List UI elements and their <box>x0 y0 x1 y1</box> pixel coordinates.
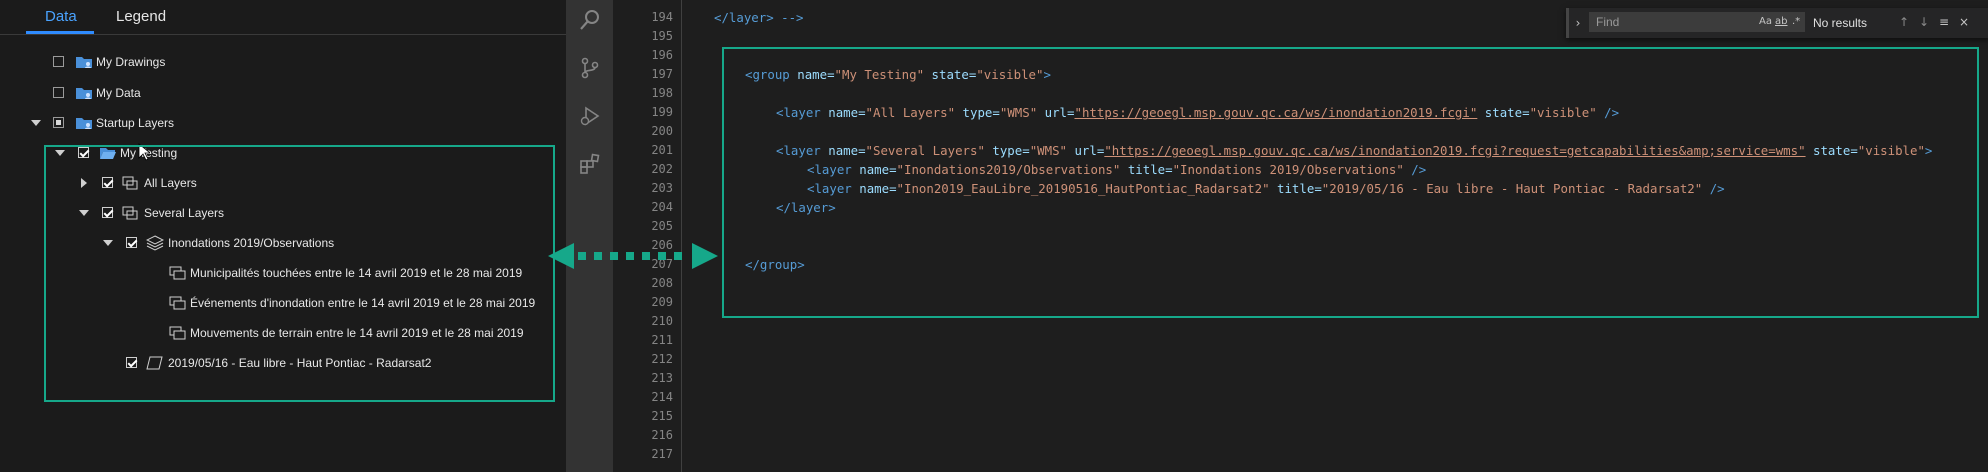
next-match-icon[interactable]: ↓ <box>1917 15 1931 29</box>
close-find-icon[interactable]: × <box>1957 15 1971 29</box>
tree-item-label: Startup Layers <box>96 116 175 130</box>
find-widget: › Aa ab .* No results ↑ ↓ ≡ × <box>1566 8 1988 38</box>
line-number: 211 <box>651 333 673 347</box>
collapse-arrow-icon[interactable] <box>31 120 41 126</box>
regex-toggle[interactable]: .* <box>1792 16 1800 27</box>
extensions-icon[interactable] <box>578 152 602 176</box>
line-number: 213 <box>651 371 673 385</box>
line-number: 201 <box>651 143 673 157</box>
line-number: 194 <box>651 10 673 24</box>
tree-item-startup-layers[interactable]: Startup Layers <box>0 112 560 134</box>
checkbox[interactable] <box>53 87 64 98</box>
previous-match-icon[interactable]: ↑ <box>1897 15 1911 29</box>
tab-legend[interactable]: Legend <box>116 8 166 25</box>
whole-word-toggle[interactable]: ab <box>1775 16 1787 27</box>
toggle-replace-icon[interactable]: › <box>1571 16 1585 30</box>
line-number: 216 <box>651 428 673 442</box>
checkbox[interactable] <box>53 56 64 67</box>
folder-user-icon <box>76 118 92 129</box>
line-number: 209 <box>651 295 673 309</box>
line-number: 202 <box>651 162 673 176</box>
line-number: 212 <box>651 352 673 366</box>
layer-panel: Data Legend My Drawings My Data Startup … <box>0 0 566 472</box>
run-debug-icon[interactable] <box>578 104 602 128</box>
line-number: 214 <box>651 390 673 404</box>
line-number: 203 <box>651 181 673 195</box>
line-number: 197 <box>651 67 673 81</box>
active-tab-indicator <box>26 31 94 34</box>
find-input[interactable] <box>1589 12 1805 32</box>
tree-item-label: My Data <box>96 86 141 100</box>
line-number: 198 <box>651 86 673 100</box>
indent-guide <box>681 0 682 472</box>
line-number: 196 <box>651 48 673 62</box>
match-case-toggle[interactable]: Aa <box>1759 16 1772 27</box>
line-number: 217 <box>651 447 673 461</box>
tree-item-my-drawings[interactable]: My Drawings <box>0 51 560 73</box>
highlight-box-code <box>722 47 1979 318</box>
line-number: 204 <box>651 200 673 214</box>
source-control-icon[interactable] <box>578 56 602 80</box>
tree-item-my-data[interactable]: My Data <box>0 82 560 104</box>
activity-bar <box>566 0 613 472</box>
find-in-selection-icon[interactable]: ≡ <box>1937 15 1951 29</box>
line-number: 210 <box>651 314 673 328</box>
double-arrow-icon <box>548 243 718 269</box>
line-number: 208 <box>651 276 673 290</box>
tab-data[interactable]: Data <box>45 8 77 25</box>
panel-tabs: Data Legend <box>0 0 566 35</box>
highlight-box-tree <box>44 145 555 402</box>
code-line-194: </layer> --> <box>714 10 804 25</box>
line-number: 195 <box>651 29 673 43</box>
folder-user-icon <box>76 88 92 99</box>
find-results: No results <box>1813 16 1868 30</box>
line-number: 205 <box>651 219 673 233</box>
folder-user-icon <box>76 57 92 68</box>
tree-item-label: My Drawings <box>96 55 166 69</box>
checkbox[interactable] <box>53 117 64 128</box>
line-number: 200 <box>651 124 673 138</box>
line-number: 215 <box>651 409 673 423</box>
line-number: 199 <box>651 105 673 119</box>
search-icon[interactable] <box>578 8 602 32</box>
